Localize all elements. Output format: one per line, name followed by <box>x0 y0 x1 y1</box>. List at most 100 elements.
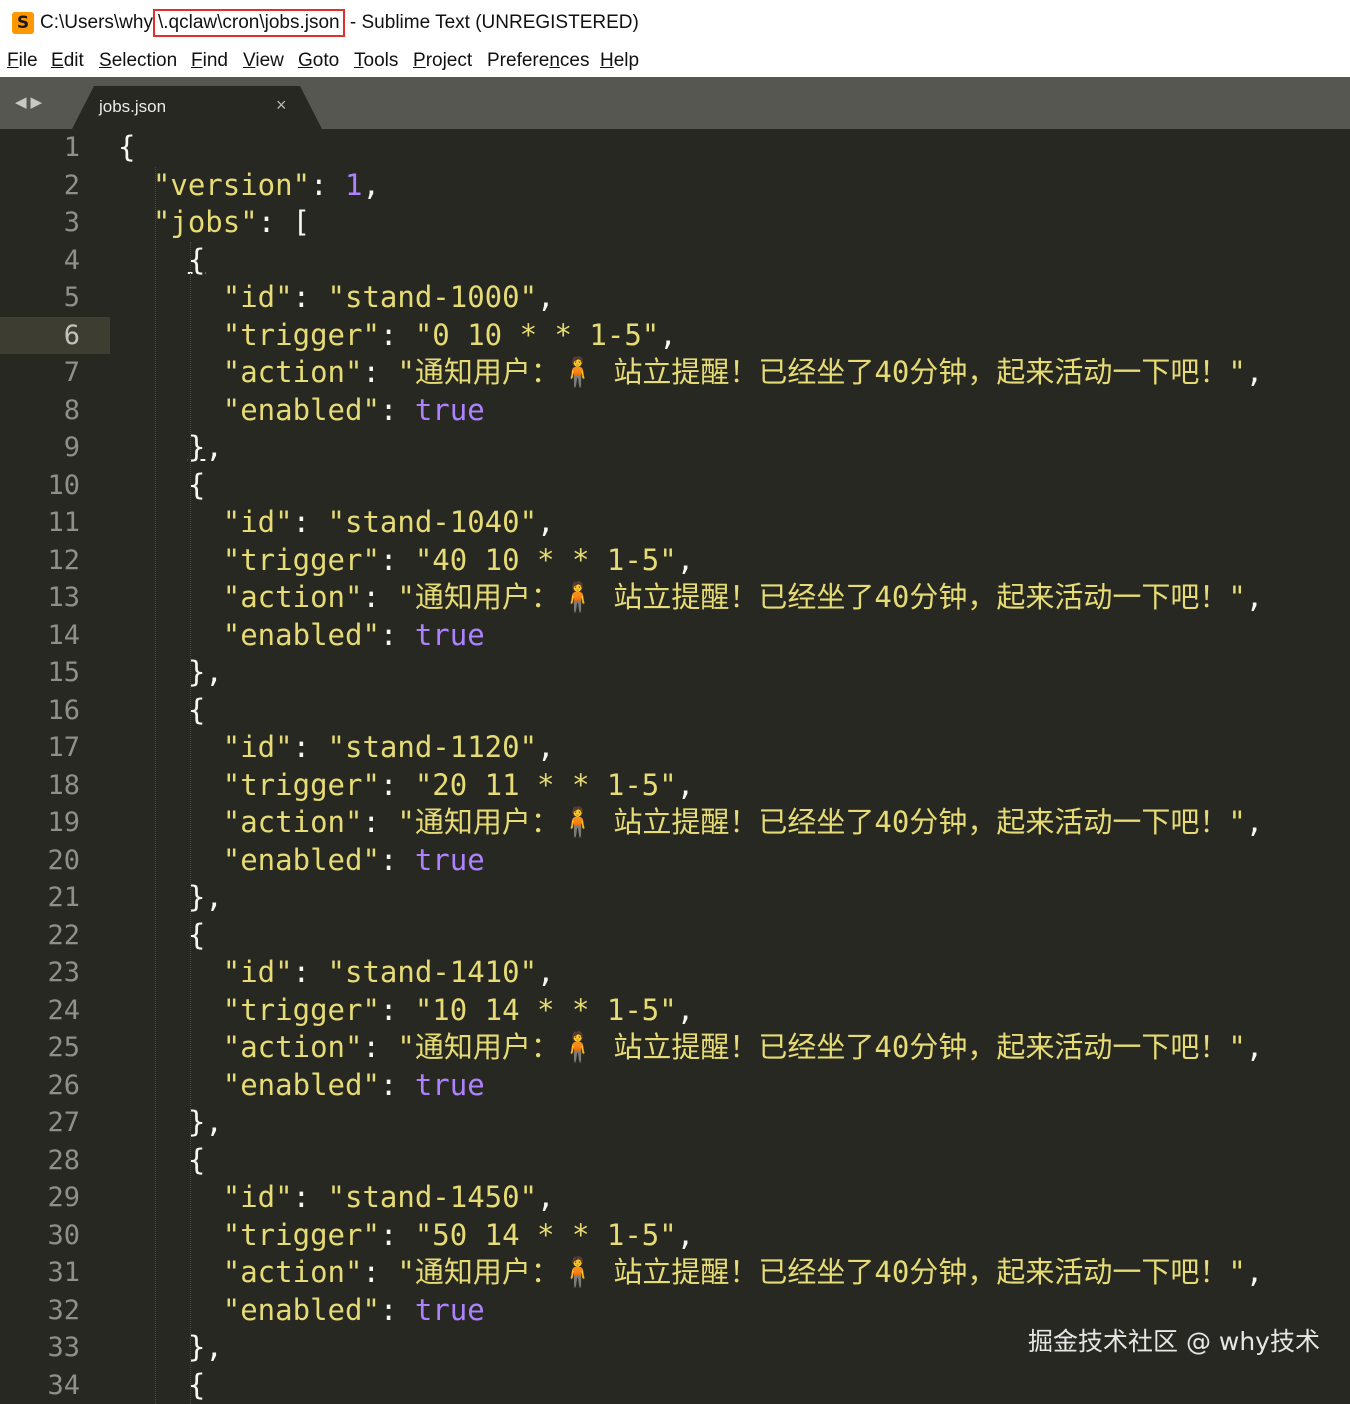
value-enabled: true <box>415 1293 485 1327</box>
line-number: 23 <box>0 954 80 992</box>
tab-nav-arrows-icon[interactable]: ◀▶ <box>15 93 46 111</box>
code-line: "trigger": "0 10 * * 1-5", <box>118 317 677 355</box>
value-enabled: true <box>415 618 485 652</box>
line-number: 28 <box>0 1142 80 1180</box>
line-number: 29 <box>0 1179 80 1217</box>
key-id: "id" <box>223 505 293 539</box>
close-icon[interactable]: × <box>276 95 287 116</box>
code-line: "id": "stand-1040", <box>118 504 555 542</box>
menu-tools[interactable]: Tools <box>354 50 398 72</box>
key-id: "id" <box>223 1180 293 1214</box>
line-number: 26 <box>0 1067 80 1105</box>
code-line: { <box>118 129 135 167</box>
title-bar: S C:\Users\why\.qclaw\cron\jobs.json - S… <box>0 0 1350 46</box>
line-number: 31 <box>0 1254 80 1292</box>
menu-preferences[interactable]: Preferences <box>487 50 589 72</box>
watermark: 掘金技术社区 @ why技术 <box>1028 1322 1320 1358</box>
key-trigger: "trigger" <box>223 768 380 802</box>
code-line: }, <box>118 429 223 467</box>
line-number: 22 <box>0 917 80 955</box>
code-line: }, <box>118 654 223 692</box>
line-number: 27 <box>0 1104 80 1142</box>
line-number: 15 <box>0 654 80 692</box>
key-jobs: "jobs" <box>153 205 258 239</box>
code-line: "version": 1, <box>118 167 380 205</box>
code-line: "enabled": true <box>118 1067 485 1105</box>
menu-file[interactable]: File <box>7 50 38 72</box>
line-number: 25 <box>0 1029 80 1067</box>
code-line: "enabled": true <box>118 392 485 430</box>
code-line: "action": "通知用户：🧍 站立提醒！已经坐了40分钟，起来活动一下吧！… <box>118 579 1263 617</box>
code-line: "enabled": true <box>118 1292 485 1330</box>
value-trigger: "10 14 * * 1-5" <box>415 993 677 1027</box>
code-line: "id": "stand-1000", <box>118 279 555 317</box>
key-enabled: "enabled" <box>223 843 380 877</box>
line-number: 16 <box>0 692 80 730</box>
key-id: "id" <box>223 730 293 764</box>
line-number: 13 <box>0 579 80 617</box>
value-action: "通知用户：🧍 站立提醒！已经坐了40分钟，起来活动一下吧！" <box>397 805 1245 839</box>
code-line: { <box>118 242 205 280</box>
line-number: 20 <box>0 842 80 880</box>
value-action: "通知用户：🧍 站立提醒！已经坐了40分钟，起来活动一下吧！" <box>397 580 1245 614</box>
line-number: 32 <box>0 1292 80 1330</box>
indent-guide <box>190 242 191 1404</box>
code-line: "trigger": "50 14 * * 1-5", <box>118 1217 694 1255</box>
menu-help[interactable]: Help <box>600 50 639 72</box>
line-number: 4 <box>0 242 80 280</box>
key-version: "version" <box>153 168 310 202</box>
code-line: "trigger": "40 10 * * 1-5", <box>118 542 694 580</box>
editor-pane[interactable]: 1234567891011121314151617181920212223242… <box>0 129 1350 1389</box>
line-number-gutter: 1234567891011121314151617181920212223242… <box>0 129 110 1389</box>
code-line: { <box>118 917 205 955</box>
value-id: "stand-1410" <box>328 955 538 989</box>
code-line: "action": "通知用户：🧍 站立提醒！已经坐了40分钟，起来活动一下吧！… <box>118 1254 1263 1292</box>
code-line: "action": "通知用户：🧍 站立提醒！已经坐了40分钟，起来活动一下吧！… <box>118 1029 1263 1067</box>
line-number: 21 <box>0 879 80 917</box>
value-action: "通知用户：🧍 站立提醒！已经坐了40分钟，起来活动一下吧！" <box>397 1030 1245 1064</box>
line-number: 17 <box>0 729 80 767</box>
key-action: "action" <box>223 805 363 839</box>
line-number: 34 <box>0 1367 80 1404</box>
line-number: 9 <box>0 429 80 467</box>
value-id: "stand-1000" <box>328 280 538 314</box>
menu-project[interactable]: Project <box>413 50 472 72</box>
code-line: }, <box>118 1104 223 1142</box>
key-trigger: "trigger" <box>223 1218 380 1252</box>
brace: { <box>118 130 135 164</box>
key-action: "action" <box>223 580 363 614</box>
menu-selection[interactable]: Selection <box>99 50 177 72</box>
menu-bar: File Edit Selection Find View Goto Tools… <box>0 46 1350 77</box>
key-enabled: "enabled" <box>223 618 380 652</box>
sublime-text-icon: S <box>12 12 34 34</box>
menu-find[interactable]: Find <box>191 50 228 72</box>
code-line: { <box>118 1142 205 1180</box>
key-trigger: "trigger" <box>223 318 380 352</box>
line-number: 1 <box>0 129 80 167</box>
value-enabled: true <box>415 393 485 427</box>
key-enabled: "enabled" <box>223 1293 380 1327</box>
line-number: 10 <box>0 467 80 505</box>
value-trigger: "50 14 * * 1-5" <box>415 1218 677 1252</box>
line-number: 6 <box>0 317 80 355</box>
menu-view[interactable]: View <box>243 50 284 72</box>
code-line: }, <box>118 879 223 917</box>
code-line: "enabled": true <box>118 617 485 655</box>
line-number: 14 <box>0 617 80 655</box>
line-number: 7 <box>0 354 80 392</box>
line-number: 11 <box>0 504 80 542</box>
key-enabled: "enabled" <box>223 1068 380 1102</box>
menu-goto[interactable]: Goto <box>298 50 339 72</box>
key-action: "action" <box>223 1255 363 1289</box>
key-id: "id" <box>223 955 293 989</box>
title-path-highlight: \.qclaw\cron\jobs.json <box>153 9 345 37</box>
line-number: 33 <box>0 1329 80 1367</box>
key-trigger: "trigger" <box>223 543 380 577</box>
value-version: 1 <box>345 168 362 202</box>
code-line: "id": "stand-1450", <box>118 1179 555 1217</box>
line-number: 12 <box>0 542 80 580</box>
key-id: "id" <box>223 280 293 314</box>
tab-jobs-json[interactable]: jobs.json × <box>72 86 322 129</box>
value-enabled: true <box>415 1068 485 1102</box>
menu-edit[interactable]: Edit <box>51 50 84 72</box>
